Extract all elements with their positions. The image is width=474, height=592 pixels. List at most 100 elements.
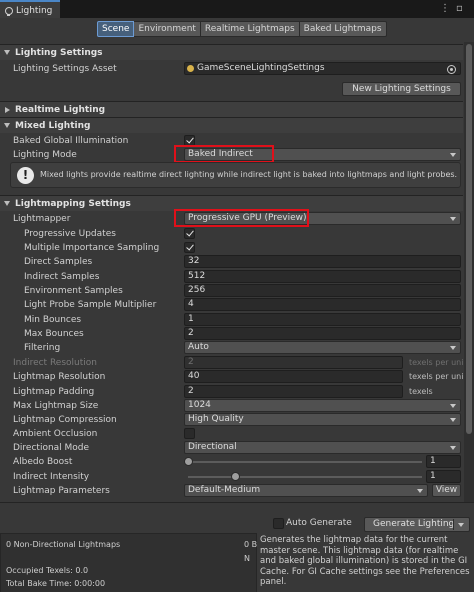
field-label: Lightmap Resolution: [13, 372, 106, 382]
lighting-asset-icon: [187, 65, 194, 72]
object-picker-icon[interactable]: [447, 65, 456, 74]
field-label: Lightmap Compression: [13, 415, 117, 425]
new-lighting-settings-button[interactable]: New Lighting Settings: [342, 82, 461, 96]
section-title: Realtime Lighting: [15, 104, 106, 115]
albedo-boost-input[interactable]: 1: [426, 455, 461, 468]
field-label: Min Bounces: [24, 315, 82, 325]
window-tab-lighting[interactable]: Lighting: [0, 0, 60, 18]
direct-samples-input[interactable]: 32: [184, 255, 461, 268]
compression-dropdown[interactable]: High Quality: [184, 413, 461, 426]
window-tab-label: Lighting: [16, 6, 53, 16]
field-label: Light Probe Sample Multiplier: [24, 300, 157, 310]
foldout-open-icon: [4, 50, 10, 55]
field-label: Lightmap Padding: [13, 387, 95, 397]
view-parameters-button[interactable]: View: [432, 484, 461, 497]
section-mixed-lighting[interactable]: Mixed Lighting: [0, 117, 463, 133]
field-label: Baked Global Illumination: [13, 136, 129, 146]
stat-occupied-texels: Occupied Texels: 0.0: [6, 566, 89, 575]
field-label: Albedo Boost: [13, 457, 73, 467]
field-label: Max Lightmap Size: [13, 401, 99, 411]
field-label: Lightmap Parameters: [13, 486, 110, 496]
field-label: Ambient Occlusion: [13, 429, 98, 439]
scrollbar-thumb[interactable]: [466, 44, 472, 434]
section-realtime-lighting[interactable]: Realtime Lighting: [0, 101, 463, 117]
indirect-intensity-slider-track[interactable]: [188, 476, 422, 478]
tab-scene[interactable]: Scene: [97, 21, 135, 37]
generate-lighting-button[interactable]: Generate Lighting: [364, 517, 470, 532]
row-mis: Multiple Importance Sampling: [0, 241, 463, 255]
bake-panel: Auto Generate Generate Lighting 0 Non-Di…: [0, 502, 474, 592]
lightmap-padding-input[interactable]: 2: [184, 385, 403, 398]
dropdown-value: High Quality: [188, 414, 244, 424]
field-label: Lightmapper: [13, 214, 71, 224]
lighting-tab-group: Scene Environment Realtime Lightmaps Bak…: [97, 21, 387, 37]
window-maximize-icon[interactable]: ▫: [456, 3, 463, 14]
max-lightmap-size-dropdown[interactable]: 1024: [184, 399, 461, 412]
field-label: Directional Mode: [13, 443, 90, 453]
probe-multiplier-input[interactable]: 4: [184, 298, 461, 311]
field-label: Indirect Intensity: [13, 472, 90, 482]
section-lighting-settings[interactable]: Lighting Settings: [0, 44, 463, 60]
dropdown-value: Default-Medium: [188, 485, 261, 495]
min-bounces-input[interactable]: 1: [184, 313, 461, 326]
asset-value: GameSceneLightingSettings: [197, 63, 325, 73]
chevron-down-icon: [450, 346, 456, 350]
tab-environment[interactable]: Environment: [134, 21, 201, 37]
chevron-down-icon: [417, 489, 423, 493]
bake-stats-panel: 0 Non-Directional Lightmaps 0 B N Occupi…: [0, 533, 257, 592]
indirect-intensity-slider-knob[interactable]: [230, 472, 240, 481]
foldout-closed-icon: [5, 106, 10, 113]
dropdown-value: Auto: [188, 342, 209, 352]
field-label: Max Bounces: [24, 329, 84, 339]
row-lightmap-resolution: Lightmap Resolution 40 texels per unit: [0, 370, 463, 384]
row-lightmap-parameters: Lightmap Parameters Default-Medium View: [0, 484, 463, 498]
lightbulb-icon: [4, 6, 13, 16]
field-label: Environment Samples: [24, 286, 123, 296]
ambient-occlusion-checkbox[interactable]: [184, 428, 195, 439]
lightmap-resolution-input[interactable]: 40: [184, 370, 403, 383]
row-progressive-updates: Progressive Updates: [0, 227, 463, 241]
chevron-down-icon: [450, 446, 456, 450]
max-bounces-input[interactable]: 2: [184, 327, 461, 340]
indirect-samples-input[interactable]: 512: [184, 270, 461, 283]
chevron-down-icon: [450, 153, 456, 157]
auto-generate-checkbox[interactable]: [273, 518, 284, 529]
section-title: Mixed Lighting: [15, 120, 91, 131]
lighting-settings-asset-field[interactable]: GameSceneLightingSettings: [184, 62, 461, 75]
unit-label: texels per unit: [409, 372, 463, 381]
foldout-open-icon: [4, 201, 10, 206]
indirect-intensity-input[interactable]: 1: [426, 470, 461, 483]
lightmap-parameters-dropdown[interactable]: Default-Medium: [184, 484, 428, 497]
row-directional-mode: Directional Mode Directional: [0, 441, 463, 455]
row-indirect-intensity: Indirect Intensity 1: [0, 470, 463, 484]
highlight-box-lightmapper: [174, 209, 309, 227]
progressive-updates-checkbox[interactable]: [184, 228, 195, 239]
albedo-boost-slider-track[interactable]: [188, 461, 422, 463]
lighting-inspector: Lighting Settings Lighting Settings Asse…: [0, 42, 463, 502]
tab-baked-lightmaps[interactable]: Baked Lightmaps: [299, 21, 387, 37]
row-min-bounces: Min Bounces 1: [0, 313, 463, 327]
field-label: Indirect Samples: [24, 272, 100, 282]
mis-checkbox[interactable]: [184, 242, 195, 253]
tab-realtime-lightmaps[interactable]: Realtime Lightmaps: [200, 21, 300, 37]
field-label: Indirect Resolution: [13, 358, 97, 368]
row-ambient-occlusion: Ambient Occlusion: [0, 427, 463, 441]
filtering-dropdown[interactable]: Auto: [184, 341, 461, 354]
dropdown-value: 1024: [188, 400, 211, 410]
unit-label: texels per unit: [409, 358, 463, 367]
row-lightmap-compression: Lightmap Compression High Quality: [0, 413, 463, 427]
row-lightmap-padding: Lightmap Padding 2 texels: [0, 385, 463, 399]
albedo-boost-slider-knob[interactable]: [184, 457, 193, 466]
row-max-bounces: Max Bounces 2: [0, 327, 463, 341]
row-max-lightmap-size: Max Lightmap Size 1024: [0, 399, 463, 413]
section-title: Lighting Settings: [15, 47, 103, 58]
directional-mode-dropdown[interactable]: Directional: [184, 441, 461, 454]
environment-samples-input[interactable]: 256: [184, 284, 461, 297]
foldout-open-icon: [4, 123, 10, 128]
window-menu-icon[interactable]: ⋮: [440, 3, 450, 14]
field-label: Lighting Mode: [13, 150, 77, 160]
row-direct-samples: Direct Samples 32: [0, 255, 463, 269]
chevron-down-icon: [450, 418, 456, 422]
chevron-down-icon[interactable]: [458, 523, 464, 527]
auto-generate-label: Auto Generate: [286, 518, 352, 528]
